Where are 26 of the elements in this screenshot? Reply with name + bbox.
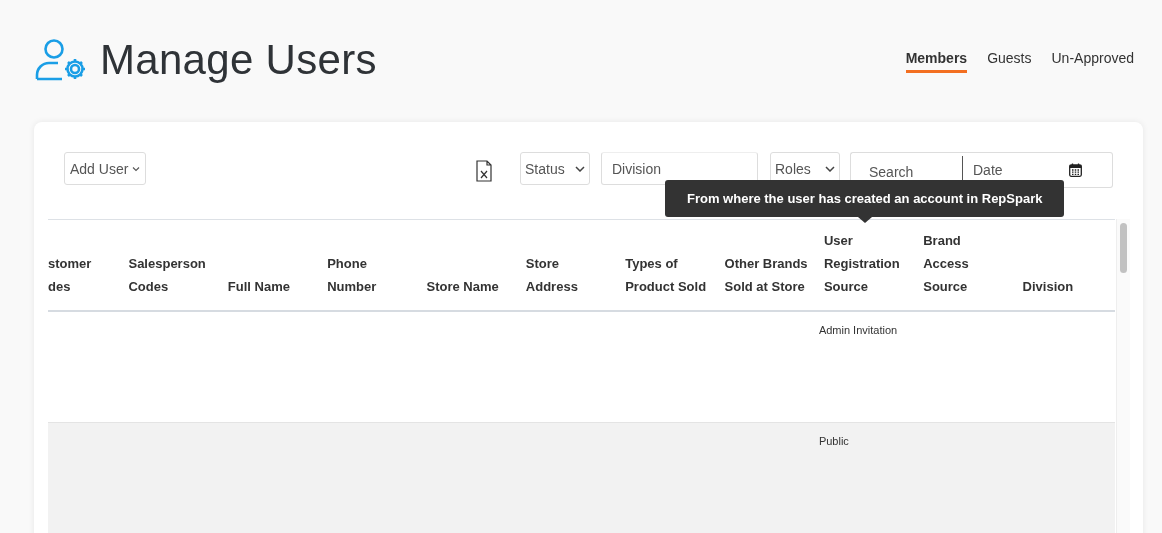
add-user-dropdown[interactable]: Add User (64, 152, 147, 185)
table-cell: Admin Invitation (818, 324, 898, 336)
column-header: Types of Product Sold (625, 255, 708, 296)
status-dropdown[interactable]: Status (520, 152, 590, 185)
tab[interactable]: Guests (987, 50, 1032, 73)
column-header: Salesperson Codes (128, 255, 207, 296)
excel-export-icon[interactable] (476, 160, 492, 182)
column-header: Phone Number (327, 255, 378, 296)
column-header: Brand Access Source (923, 232, 970, 296)
scrollbar[interactable] (1116, 219, 1130, 533)
column-header: stomer des (48, 255, 93, 296)
chevron-down-icon (825, 165, 835, 172)
chevron-down-icon (575, 165, 585, 172)
column-header: Division (1022, 278, 1075, 296)
column-header: Other Brands Sold at Store (724, 255, 809, 296)
column-header: Full Name (227, 278, 291, 296)
page-title: Manage Users (100, 36, 377, 84)
chevron-down-icon (132, 165, 141, 172)
table-cell: Public (818, 435, 849, 447)
column-header: Store Address (525, 255, 579, 296)
tab[interactable]: Members (905, 50, 968, 73)
column-header: User Registration Source (823, 232, 901, 296)
column-header: Store Name (426, 278, 500, 296)
tab[interactable]: Un-Approved (1051, 50, 1134, 73)
user-settings-icon (34, 38, 88, 82)
tooltip: From where the user has created an account in RepSpark (665, 180, 1065, 223)
